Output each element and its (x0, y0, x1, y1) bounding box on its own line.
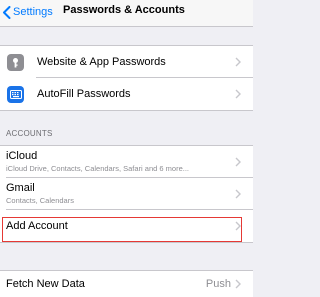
chevron-left-icon (3, 5, 11, 19)
account-title: iCloud (6, 150, 38, 162)
back-button[interactable]: Settings (2, 3, 53, 21)
fetch-new-data-label: Fetch New Data (6, 278, 85, 290)
website-app-passwords-row[interactable]: Website & App Passwords (0, 46, 253, 78)
chevron-right-icon (235, 279, 241, 289)
accounts-group: iCloud iCloud Drive, Contacts, Calendars… (0, 145, 253, 243)
page-title: Passwords & Accounts (63, 4, 185, 16)
autofill-passwords-row[interactable]: AutoFill Passwords (0, 78, 253, 110)
key-icon (7, 53, 24, 71)
back-button-label: Settings (13, 6, 53, 18)
add-account-label: Add Account (6, 220, 68, 232)
navigation-bar: Settings Passwords & Accounts (0, 0, 253, 27)
add-account-row[interactable]: Add Account (0, 210, 253, 242)
chevron-right-icon (235, 221, 241, 231)
passwords-group: Website & App Passwords AutoFill Passwor… (0, 45, 253, 111)
chevron-right-icon (235, 157, 241, 167)
accounts-section-header: ACCOUNTS (6, 129, 53, 138)
autofill-passwords-label: AutoFill Passwords (37, 88, 131, 100)
fetch-group: Fetch New Data Push (0, 270, 253, 297)
chevron-right-icon (235, 89, 241, 99)
website-app-passwords-label: Website & App Passwords (37, 56, 166, 68)
account-row-gmail[interactable]: Gmail Contacts, Calendars (0, 178, 253, 210)
fetch-new-data-row[interactable]: Fetch New Data Push (0, 271, 253, 297)
account-row-icloud[interactable]: iCloud iCloud Drive, Contacts, Calendars… (0, 146, 253, 178)
keyboard-icon (7, 85, 24, 103)
account-title: Gmail (6, 182, 35, 194)
account-subtitle: Contacts, Calendars (6, 196, 74, 205)
account-subtitle: iCloud Drive, Contacts, Calendars, Safar… (6, 164, 189, 173)
chevron-right-icon (235, 57, 241, 67)
fetch-new-data-value: Push (205, 278, 231, 290)
chevron-right-icon (235, 189, 241, 199)
